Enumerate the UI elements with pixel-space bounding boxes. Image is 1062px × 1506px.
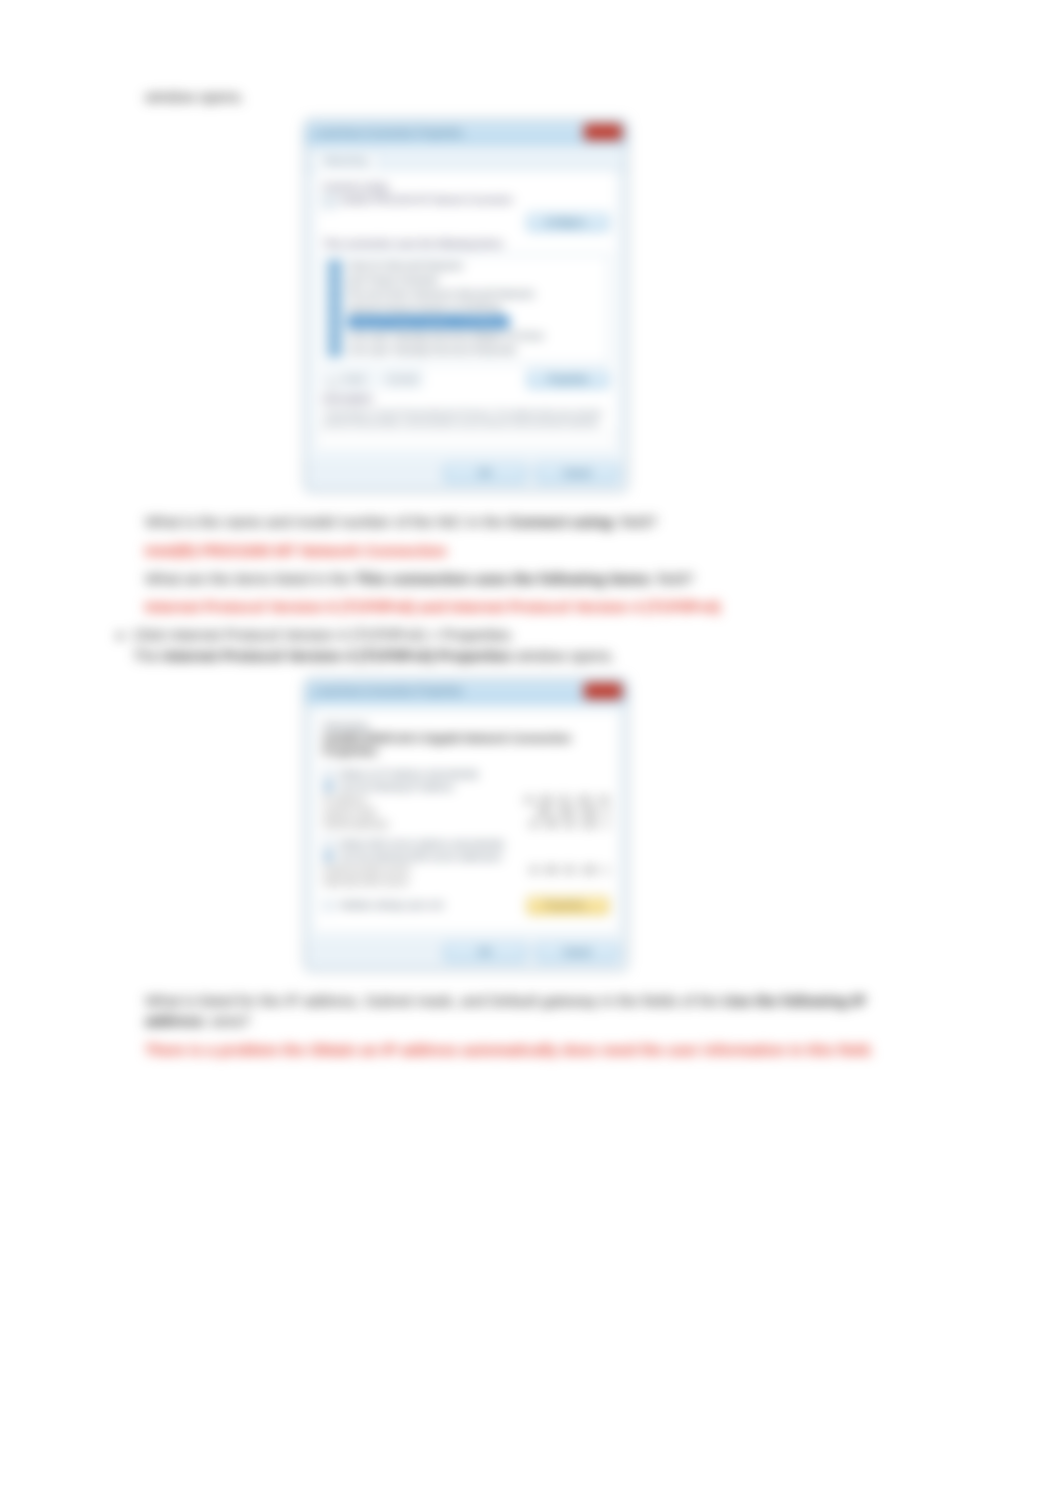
radio-auto-dns[interactable]: Obtain DNS server address automatically <box>323 838 609 849</box>
dialog1-buttons: Install... Uninstall Properties <box>323 370 609 388</box>
list-item[interactable]: File and Printer Sharing for Microsoft N… <box>328 287 604 301</box>
dialog1-title: Local Area Connection Properties <box>314 128 463 139</box>
step-e: Click Internet Protocol Version 4 (TCP/I… <box>117 626 925 667</box>
dialog2-title: Local Area Connection Properties <box>314 686 463 697</box>
list-item[interactable]: Internet Protocol Version 6 (TCP/IPv6) <box>328 301 604 315</box>
intro-tail: window opens. <box>145 88 925 108</box>
install-button[interactable]: Install... <box>323 370 376 388</box>
dialog2-footer: OK Cancel <box>306 939 626 969</box>
component-icon <box>328 288 342 300</box>
question-3: What is listed for the IP address, Subne… <box>145 992 925 1033</box>
row-dns2: Alternate DNS server: <box>323 876 609 888</box>
ok-button[interactable]: OK <box>444 464 526 482</box>
ok-button[interactable]: OK <box>444 943 526 961</box>
row-dns1: Preferred DNS server:10 . 88 . 35 . 130 … <box>323 864 609 876</box>
adapter-name: Intel(R) PRO/1000 MT Network Connection <box>340 195 513 205</box>
dialog2-headline: Intel(R) 82567LM-3 Gigabit Network Conne… <box>323 733 609 758</box>
component-icon <box>328 316 342 328</box>
list-item[interactable]: Client for Microsoft Networks <box>328 259 604 273</box>
dialog2-titlebar: Local Area Connection Properties <box>306 680 626 704</box>
bullet-icon <box>117 633 123 639</box>
configure-button[interactable]: Configure... <box>527 213 609 231</box>
list-item[interactable]: Link-Layer Topology Discovery Mapper I/O… <box>328 329 604 343</box>
dialog1-panel: Connect using: Intel(R) PRO/1000 MT Netw… <box>314 170 618 450</box>
component-icon <box>328 302 342 314</box>
description-label: Description <box>323 394 609 405</box>
component-icon <box>328 274 342 286</box>
answer-1: Intel(R) PRO/1000 MT Network Connection <box>145 542 925 562</box>
dialog2-section: Networking <box>323 721 609 731</box>
uninstall-button[interactable]: Uninstall <box>382 370 423 388</box>
radio-static-ip[interactable]: Use the following IP address: <box>323 781 609 792</box>
row-gw: Default gateway:10 . 88 . 35 . 130 . 1 <box>323 818 609 830</box>
answer-3: There is a problem the Obtain an IP addr… <box>145 1041 925 1061</box>
description-text: Transmission Control Protocol/Internet P… <box>323 409 609 428</box>
lan-properties-dialog: Local Area Connection Properties Network… <box>305 120 627 491</box>
answer-2: Internet Protocol Version 6 (TCP/IPv6) a… <box>145 598 925 618</box>
advanced-properties-button[interactable]: Properties... <box>527 896 609 914</box>
close-icon[interactable] <box>584 124 622 140</box>
row-ip: IP address:10 . 88 . 35 . 130 . 30 <box>323 794 609 806</box>
tab-networking[interactable]: Networking <box>312 152 379 169</box>
radio-auto-ip[interactable]: Obtain an IP address automatically <box>323 768 609 779</box>
adapter-row: Intel(R) PRO/1000 MT Network Connection <box>323 195 609 208</box>
component-icon <box>328 260 342 272</box>
dialog1-titlebar: Local Area Connection Properties <box>306 121 626 145</box>
cancel-button[interactable]: Cancel <box>536 464 618 482</box>
list-item-selected[interactable]: Internet Protocol Version 4 (TCP/IPv4) <box>328 315 604 329</box>
component-icon <box>328 344 342 356</box>
dialog1-tabbar: Networking <box>306 145 626 170</box>
list-item[interactable]: QoS Packet Scheduler <box>328 273 604 287</box>
radio-static-dns[interactable]: Use the following DNS server addresses: <box>323 851 609 862</box>
items-listbox[interactable]: Client for Microsoft Networks QoS Packet… <box>323 254 609 364</box>
dialog2-body: Networking Intel(R) 82567LM-3 Gigabit Ne… <box>312 710 620 933</box>
properties-button[interactable]: Properties <box>527 370 609 388</box>
list-item[interactable]: Link-Layer Topology Discovery Responder <box>328 343 604 357</box>
dialog1-footer: OK Cancel <box>306 458 626 490</box>
connect-using-label: Connect using: <box>323 182 609 193</box>
cancel-button[interactable]: Cancel <box>536 943 618 961</box>
component-icon <box>328 330 342 342</box>
close-icon[interactable] <box>584 683 622 699</box>
items-label: This connection uses the following items… <box>323 239 609 250</box>
question-2: What are the items listed in the This co… <box>145 570 925 590</box>
row-mask: Subnet mask:255 . 255 . 255 . 0 <box>323 806 609 818</box>
question-1: What is the name and model number of the… <box>145 513 925 533</box>
arrow-icon <box>326 372 340 386</box>
validate-check[interactable]: Validate settings upon exit <box>323 900 443 911</box>
ipv4-properties-dialog: Local Area Connection Properties Network… <box>305 679 627 970</box>
